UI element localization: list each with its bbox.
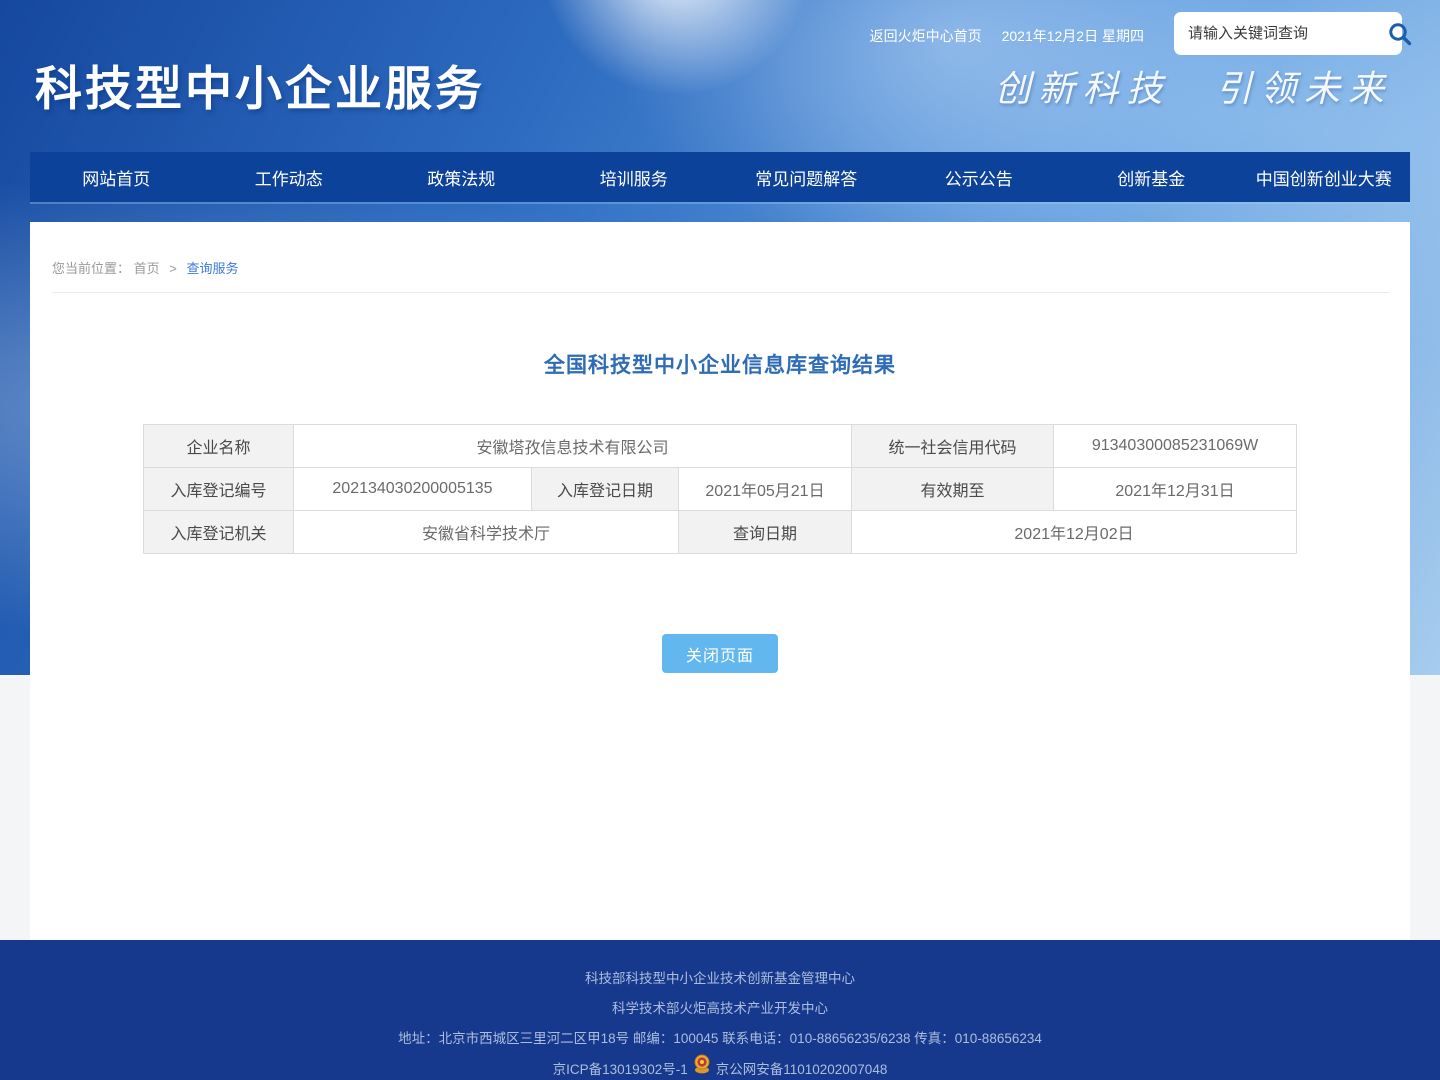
main-nav: 网站首页 工作动态 政策法规 培训服务 常见问题解答 公示公告 创新基金 中国创…: [30, 152, 1410, 202]
search-input[interactable]: [1188, 25, 1387, 42]
registration-no-value: 202134030200005135: [293, 468, 531, 511]
nav-item-announcements[interactable]: 公示公告: [893, 152, 1066, 202]
query-date-label: 查询日期: [678, 511, 851, 554]
icp-license-link[interactable]: 京ICP备13019302号-1: [553, 1055, 688, 1080]
breadcrumb: 您当前位置： 首页 > 查询服务: [30, 222, 1410, 292]
registration-date-label: 入库登记日期: [531, 468, 678, 511]
company-name-value: 安徽塔孜信息技术有限公司: [293, 425, 851, 468]
nav-item-policies[interactable]: 政策法规: [375, 152, 548, 202]
nav-item-innovation-fund[interactable]: 创新基金: [1065, 152, 1238, 202]
registration-date-value: 2021年05月21日: [678, 468, 851, 511]
footer-org-line2: 科学技术部火炬高技术产业开发中心: [0, 994, 1440, 1024]
footer-icp-row: 京ICP备13019302号-1 京公网安备11010202007048: [0, 1054, 1440, 1080]
table-row: 入库登记机关 安徽省科学技术厅 查询日期 2021年12月02日: [143, 511, 1296, 554]
site-slogan: 创新科技 引领未来: [995, 60, 1392, 112]
page-title: 全国科技型中小企业信息库查询结果: [30, 349, 1410, 379]
footer: 科技部科技型中小企业技术创新基金管理中心 科学技术部火炬高技术产业开发中心 地址…: [0, 940, 1440, 1080]
registration-authority-label: 入库登记机关: [143, 511, 293, 554]
breadcrumb-home-link[interactable]: 首页: [134, 261, 160, 276]
search-icon[interactable]: [1387, 19, 1413, 49]
registration-no-label: 入库登记编号: [143, 468, 293, 511]
nav-item-innovation-contest[interactable]: 中国创新创业大赛: [1238, 152, 1411, 202]
current-date: 2021年12月2日 星期四: [1002, 26, 1144, 46]
valid-until-label: 有效期至: [852, 468, 1054, 511]
nav-item-home[interactable]: 网站首页: [30, 152, 203, 202]
breadcrumb-prefix: 您当前位置：: [52, 261, 130, 276]
breadcrumb-divider: [52, 292, 1390, 293]
nav-item-faq[interactable]: 常见问题解答: [720, 152, 893, 202]
page: 返回火炬中心首页 2021年12月2日 星期四 科技型中小企业服务 创新科技 引…: [0, 0, 1440, 1080]
table-row: 企业名称 安徽塔孜信息技术有限公司 统一社会信用代码 9134030008523…: [143, 425, 1296, 468]
public-security-filing-link[interactable]: 京公网安备11010202007048: [716, 1055, 888, 1080]
credit-code-label: 统一社会信用代码: [852, 425, 1054, 468]
nav-item-work-news[interactable]: 工作动态: [203, 152, 376, 202]
top-links: 返回火炬中心首页 2021年12月2日 星期四: [870, 26, 1144, 46]
footer-org-line1: 科技部科技型中小企业技术创新基金管理中心: [0, 964, 1440, 994]
registration-authority-value: 安徽省科学技术厅: [293, 511, 678, 554]
credit-code-value: 91340300085231069W: [1054, 425, 1297, 468]
public-security-badge-icon: [693, 1054, 711, 1080]
query-date-value: 2021年12月02日: [852, 511, 1297, 554]
company-name-label: 企业名称: [143, 425, 293, 468]
site-logo[interactable]: 科技型中小企业服务: [35, 50, 485, 119]
footer-contact-line: 地址：北京市西城区三里河二区甲18号 邮编：100045 联系电话：010-88…: [0, 1024, 1440, 1054]
query-result-table: 企业名称 安徽塔孜信息技术有限公司 统一社会信用代码 9134030008523…: [143, 424, 1297, 554]
nav-item-training[interactable]: 培训服务: [548, 152, 721, 202]
close-page-button[interactable]: 关闭页面: [662, 634, 778, 673]
content-panel: 您当前位置： 首页 > 查询服务 全国科技型中小企业信息库查询结果 企业名称 安…: [30, 222, 1410, 940]
return-torch-home-link[interactable]: 返回火炬中心首页: [870, 26, 982, 46]
breadcrumb-current-link[interactable]: 查询服务: [187, 261, 239, 276]
breadcrumb-separator: >: [169, 261, 177, 276]
search-box: [1174, 12, 1402, 55]
valid-until-value: 2021年12月31日: [1054, 468, 1297, 511]
table-row: 入库登记编号 202134030200005135 入库登记日期 2021年05…: [143, 468, 1296, 511]
